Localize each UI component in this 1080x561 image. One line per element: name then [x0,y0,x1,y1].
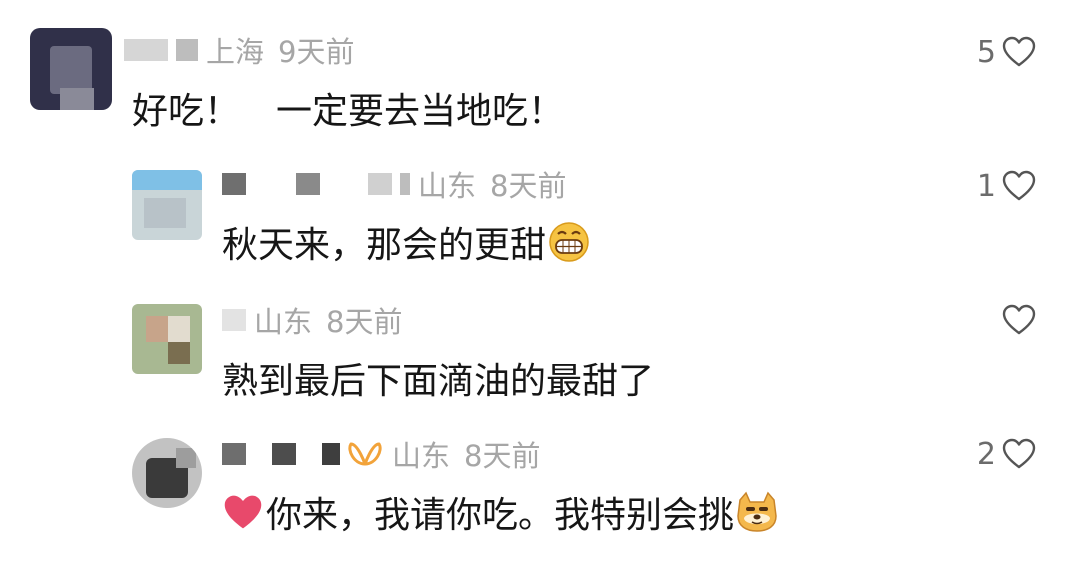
censored-username[interactable] [296,173,320,195]
like-count: 1 [976,168,996,204]
comment-meta: 山东 8天前 [222,300,416,340]
censored-username[interactable] [322,443,340,465]
censored-username[interactable] [400,173,410,195]
doge-emoji [737,491,777,532]
comment-time: 9天前 [278,35,355,69]
comment-meta: 上海 9天前 [124,30,368,70]
censored-username[interactable] [272,443,296,465]
censored-username[interactable] [176,39,198,61]
comment-location: 山东 [254,305,313,339]
heart-emoji [224,495,262,529]
censored-username[interactable] [124,39,168,61]
like-count: 2 [976,436,996,472]
heart-outline-icon[interactable] [1002,304,1036,336]
heart-outline-icon[interactable] [1002,36,1036,68]
fan-badge-icon [348,442,382,466]
censored-username[interactable] [368,173,392,195]
censored-username[interactable] [222,443,246,465]
comment-time: 8天前 [490,169,567,203]
comment-time: 8天前 [326,305,403,339]
comment-meta: 山东 8天前 [222,164,580,204]
like-button[interactable]: 2 [977,434,1036,474]
avatar[interactable] [132,438,202,508]
censored-username[interactable] [222,309,246,331]
comment-text[interactable]: 熟到最后下面滴油的最甜了 [222,352,654,404]
avatar[interactable] [30,28,112,110]
comment-location: 山东 [392,439,451,473]
like-count: 5 [976,34,996,70]
comment-location: 上海 [206,35,265,69]
like-button[interactable]: 1 [977,166,1036,206]
censored-username[interactable] [222,173,246,195]
heart-outline-icon[interactable] [1002,170,1036,202]
like-button[interactable] [996,300,1036,340]
comment-meta: 山东 8天前 [222,434,554,474]
like-button[interactable]: 5 [977,32,1036,72]
avatar[interactable] [132,170,202,240]
comment-text[interactable]: 秋天来，那会的更甜 [222,216,592,268]
heart-outline-icon[interactable] [1002,438,1036,470]
avatar[interactable] [132,304,202,374]
grinning-face-emoji [549,222,589,262]
comment-text[interactable]: 好吃！ 一定要去当地吃！ [132,82,564,134]
comment-time: 8天前 [464,439,541,473]
comment-text[interactable]: 你来，我请你吃。我特别会挑 [222,486,780,538]
comment-location: 山东 [418,169,477,203]
